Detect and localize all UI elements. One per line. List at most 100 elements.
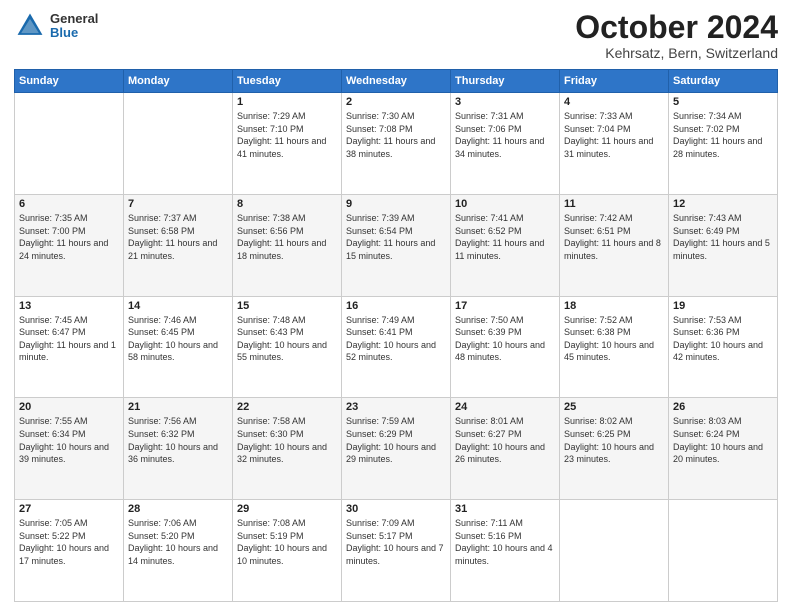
day-number: 18 bbox=[564, 300, 664, 312]
calendar-header-row: Sunday Monday Tuesday Wednesday Thursday… bbox=[15, 70, 778, 93]
calendar-week-row: 20 Sunrise: 7:55 AMSunset: 6:34 PMDayligh… bbox=[15, 398, 778, 500]
table-row: 24Sunrise: 8:01 AMSunset: 6:27 PMDayligh… bbox=[451, 398, 560, 500]
day-info: Sunrise: 7:43 AMSunset: 6:49 PMDaylight:… bbox=[673, 212, 773, 262]
day-number: 5 bbox=[673, 96, 773, 108]
day-info: Sunrise: 7:52 AMSunset: 6:38 PMDaylight:… bbox=[564, 314, 664, 364]
table-row: 5 Sunrise: 7:34 AMSunset: 7:02 PMDaylight… bbox=[669, 93, 778, 195]
table-row: 27 Sunrise: 7:05 AMSunset: 5:22 PMDayligh… bbox=[15, 500, 124, 602]
day-info: Sunrise: 7:39 AMSunset: 6:54 PMDaylight:… bbox=[346, 212, 446, 262]
logo-text: General Blue bbox=[50, 12, 98, 41]
day-number: 25 bbox=[564, 401, 664, 413]
table-row: 28Sunrise: 7:06 AMSunset: 5:20 PMDayligh… bbox=[124, 500, 233, 602]
table-row: 3 Sunrise: 7:31 AMSunset: 7:06 PMDaylight… bbox=[451, 93, 560, 195]
logo-general-text: General bbox=[50, 12, 98, 26]
calendar-week-row: 6 Sunrise: 7:35 AMSunset: 7:00 PMDaylight… bbox=[15, 194, 778, 296]
day-number: 20 bbox=[19, 401, 119, 413]
day-info: Sunrise: 7:30 AMSunset: 7:08 PMDaylight:… bbox=[346, 110, 446, 160]
col-saturday: Saturday bbox=[669, 70, 778, 93]
day-number: 23 bbox=[346, 401, 446, 413]
table-row: 4 Sunrise: 7:33 AMSunset: 7:04 PMDaylight… bbox=[560, 93, 669, 195]
day-info: Sunrise: 7:37 AMSunset: 6:58 PMDaylight:… bbox=[128, 212, 228, 262]
col-tuesday: Tuesday bbox=[233, 70, 342, 93]
day-info: Sunrise: 7:59 AMSunset: 6:29 PMDaylight:… bbox=[346, 415, 446, 465]
table-row: 19 Sunrise: 7:53 AMSunset: 6:36 PMDayligh… bbox=[669, 296, 778, 398]
table-row: 9 Sunrise: 7:39 AMSunset: 6:54 PMDaylight… bbox=[342, 194, 451, 296]
day-number: 16 bbox=[346, 300, 446, 312]
day-info: Sunrise: 7:58 AMSunset: 6:30 PMDaylight:… bbox=[237, 415, 337, 465]
day-number: 12 bbox=[673, 198, 773, 210]
table-row: 12 Sunrise: 7:43 AMSunset: 6:49 PMDayligh… bbox=[669, 194, 778, 296]
day-info: Sunrise: 7:38 AMSunset: 6:56 PMDaylight:… bbox=[237, 212, 337, 262]
col-thursday: Thursday bbox=[451, 70, 560, 93]
day-number: 6 bbox=[19, 198, 119, 210]
table-row: 29 Sunrise: 7:08 AMSunset: 5:19 PMDayligh… bbox=[233, 500, 342, 602]
day-number: 26 bbox=[673, 401, 773, 413]
day-info: Sunrise: 7:48 AMSunset: 6:43 PMDaylight:… bbox=[237, 314, 337, 364]
day-number: 2 bbox=[346, 96, 446, 108]
day-info: Sunrise: 7:55 AMSunset: 6:34 PMDaylight:… bbox=[19, 415, 119, 465]
day-number: 10 bbox=[455, 198, 555, 210]
table-row: 15 Sunrise: 7:48 AMSunset: 6:43 PMDayligh… bbox=[233, 296, 342, 398]
day-info: Sunrise: 7:35 AMSunset: 7:00 PMDaylight:… bbox=[19, 212, 119, 262]
day-number: 17 bbox=[455, 300, 555, 312]
table-row: 2 Sunrise: 7:30 AMSunset: 7:08 PMDaylight… bbox=[342, 93, 451, 195]
table-row: 22Sunrise: 7:58 AMSunset: 6:30 PMDayligh… bbox=[233, 398, 342, 500]
day-number: 4 bbox=[564, 96, 664, 108]
table-row: 20 Sunrise: 7:55 AMSunset: 6:34 PMDayligh… bbox=[15, 398, 124, 500]
table-row: 26 Sunrise: 8:03 AMSunset: 6:24 PMDayligh… bbox=[669, 398, 778, 500]
day-info: Sunrise: 7:05 AMSunset: 5:22 PMDaylight:… bbox=[19, 517, 119, 567]
day-number: 30 bbox=[346, 503, 446, 515]
day-info: Sunrise: 7:56 AMSunset: 6:32 PMDaylight:… bbox=[128, 415, 228, 465]
table-row bbox=[124, 93, 233, 195]
day-number: 24 bbox=[455, 401, 555, 413]
day-info: Sunrise: 7:49 AMSunset: 6:41 PMDaylight:… bbox=[346, 314, 446, 364]
title-block: October 2024 Kehrsatz, Bern, Switzerland bbox=[575, 10, 778, 61]
day-info: Sunrise: 7:42 AMSunset: 6:51 PMDaylight:… bbox=[564, 212, 664, 262]
day-info: Sunrise: 8:02 AMSunset: 6:25 PMDaylight:… bbox=[564, 415, 664, 465]
day-info: Sunrise: 7:33 AMSunset: 7:04 PMDaylight:… bbox=[564, 110, 664, 160]
day-info: Sunrise: 7:53 AMSunset: 6:36 PMDaylight:… bbox=[673, 314, 773, 364]
day-number: 1 bbox=[237, 96, 337, 108]
day-number: 27 bbox=[19, 503, 119, 515]
col-sunday: Sunday bbox=[15, 70, 124, 93]
day-info: Sunrise: 7:31 AMSunset: 7:06 PMDaylight:… bbox=[455, 110, 555, 160]
table-row bbox=[560, 500, 669, 602]
day-number: 8 bbox=[237, 198, 337, 210]
header: General Blue October 2024 Kehrsatz, Bern… bbox=[14, 10, 778, 61]
logo-blue-text: Blue bbox=[50, 26, 98, 40]
title-location: Kehrsatz, Bern, Switzerland bbox=[575, 45, 778, 61]
day-info: Sunrise: 7:29 AMSunset: 7:10 PMDaylight:… bbox=[237, 110, 337, 160]
day-info: Sunrise: 7:50 AMSunset: 6:39 PMDaylight:… bbox=[455, 314, 555, 364]
table-row: 13Sunrise: 7:45 AMSunset: 6:47 PMDayligh… bbox=[15, 296, 124, 398]
day-info: Sunrise: 7:34 AMSunset: 7:02 PMDaylight:… bbox=[673, 110, 773, 160]
day-info: Sunrise: 7:08 AMSunset: 5:19 PMDaylight:… bbox=[237, 517, 337, 567]
day-info: Sunrise: 8:03 AMSunset: 6:24 PMDaylight:… bbox=[673, 415, 773, 465]
calendar-week-row: 1 Sunrise: 7:29 AMSunset: 7:10 PMDaylight… bbox=[15, 93, 778, 195]
day-number: 15 bbox=[237, 300, 337, 312]
table-row: 10 Sunrise: 7:41 AMSunset: 6:52 PMDayligh… bbox=[451, 194, 560, 296]
table-row: 1 Sunrise: 7:29 AMSunset: 7:10 PMDaylight… bbox=[233, 93, 342, 195]
table-row: 7Sunrise: 7:37 AMSunset: 6:58 PMDaylight… bbox=[124, 194, 233, 296]
day-number: 28 bbox=[128, 503, 228, 515]
col-monday: Monday bbox=[124, 70, 233, 93]
table-row bbox=[669, 500, 778, 602]
day-number: 31 bbox=[455, 503, 555, 515]
page: General Blue October 2024 Kehrsatz, Bern… bbox=[0, 0, 792, 612]
table-row: 16 Sunrise: 7:49 AMSunset: 6:41 PMDayligh… bbox=[342, 296, 451, 398]
day-number: 19 bbox=[673, 300, 773, 312]
day-number: 9 bbox=[346, 198, 446, 210]
day-number: 29 bbox=[237, 503, 337, 515]
logo-icon bbox=[14, 10, 46, 42]
table-row: 25 Sunrise: 8:02 AMSunset: 6:25 PMDayligh… bbox=[560, 398, 669, 500]
day-info: Sunrise: 7:09 AMSunset: 5:17 PMDaylight:… bbox=[346, 517, 446, 567]
day-info: Sunrise: 7:46 AMSunset: 6:45 PMDaylight:… bbox=[128, 314, 228, 364]
day-info: Sunrise: 7:41 AMSunset: 6:52 PMDaylight:… bbox=[455, 212, 555, 262]
table-row: 6 Sunrise: 7:35 AMSunset: 7:00 PMDaylight… bbox=[15, 194, 124, 296]
table-row: 8 Sunrise: 7:38 AMSunset: 6:56 PMDaylight… bbox=[233, 194, 342, 296]
day-number: 3 bbox=[455, 96, 555, 108]
table-row bbox=[15, 93, 124, 195]
logo: General Blue bbox=[14, 10, 98, 42]
day-number: 14 bbox=[128, 300, 228, 312]
day-number: 11 bbox=[564, 198, 664, 210]
table-row: 21Sunrise: 7:56 AMSunset: 6:32 PMDayligh… bbox=[124, 398, 233, 500]
